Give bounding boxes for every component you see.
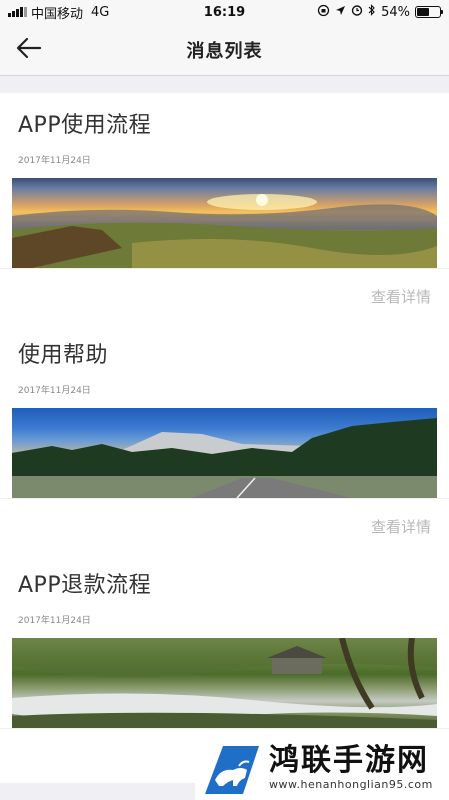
battery-percent: 54% [381, 4, 410, 20]
message-title: APP退款流程 [18, 573, 152, 598]
watermark-title: 鸿联手游网 [269, 743, 429, 778]
message-card[interactable]: 使用帮助 2017年11月24日 查看详情 [0, 323, 449, 553]
page-title: 消息列表 [186, 40, 263, 62]
status-time: 16:19 [203, 4, 246, 20]
message-date: 2017年11月24日 [18, 616, 91, 626]
watermark-url: www.henanhonglian95.com [269, 778, 433, 791]
network-label: 4G [91, 4, 110, 20]
watermark-badge: 鸿联手游网 www.henanhonglian95.com [195, 735, 449, 800]
bluetooth-icon [368, 4, 376, 20]
carrier-label: 中国移动 [31, 6, 84, 22]
bull-logo-icon [203, 740, 261, 796]
arrow-left-icon [16, 37, 42, 63]
back-button[interactable] [14, 36, 44, 64]
battery-icon [414, 6, 443, 18]
orientation-lock-icon [317, 4, 330, 21]
message-card[interactable]: APP使用流程 2017年11月24日 查看详情 [0, 93, 449, 323]
view-details-link[interactable]: 查看详情 [371, 286, 431, 307]
mountain-road-image[interactable] [12, 408, 437, 498]
view-details-link[interactable]: 查看详情 [371, 516, 431, 537]
status-bar: 中国移动 4G 16:19 54% [0, 0, 449, 24]
message-list: APP使用流程 2017年11月24日 查看详情 使用帮助 2017年11月24… [0, 76, 449, 783]
message-date: 2017年11月24日 [18, 156, 91, 166]
message-title: 使用帮助 [18, 343, 109, 368]
nav-bar: 消息列表 [0, 24, 449, 76]
forest-stream-image[interactable] [12, 638, 437, 728]
location-icon [335, 5, 346, 20]
signal-icon [8, 7, 27, 17]
sunset-landscape-image[interactable] [12, 178, 437, 268]
alarm-icon [351, 4, 363, 20]
message-date: 2017年11月24日 [18, 386, 91, 396]
message-title: APP使用流程 [18, 113, 152, 138]
